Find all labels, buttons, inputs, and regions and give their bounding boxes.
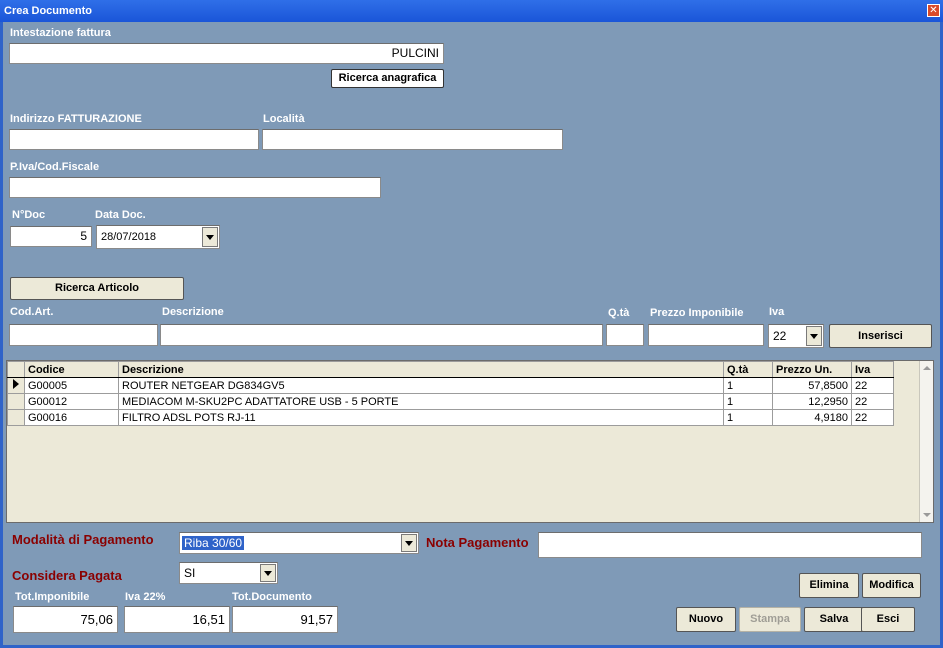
qta-field[interactable]: [606, 324, 644, 346]
codart-field[interactable]: [9, 324, 158, 346]
ricerca-anagrafica-button[interactable]: Ricerca anagrafica: [331, 69, 444, 88]
considera-label: Considera Pagata: [12, 568, 122, 583]
ndoc-field[interactable]: 5: [10, 226, 92, 247]
indirizzo-label: Indirizzo FATTURAZIONE: [10, 113, 142, 125]
cell-codice[interactable]: G00012: [24, 393, 119, 410]
descrizione-label: Descrizione: [162, 306, 224, 318]
col-header-descrizione[interactable]: Descrizione: [118, 361, 724, 378]
indirizzo-field[interactable]: [9, 129, 259, 150]
descrizione-field[interactable]: [160, 324, 603, 346]
table-row[interactable]: G00016 FILTRO ADSL POTS RJ-11 1 4,9180 2…: [7, 409, 894, 426]
row-selector[interactable]: [7, 409, 25, 426]
tot-imponibile-field: 75,06: [13, 606, 118, 633]
datadoc-picker[interactable]: 28/07/2018: [96, 225, 220, 249]
cell-qta[interactable]: 1: [723, 393, 773, 410]
considera-value: SI: [184, 566, 196, 580]
cell-codice[interactable]: G00016: [24, 409, 119, 426]
localita-label: Località: [263, 113, 305, 125]
cell-prezzo[interactable]: 57,8500: [772, 377, 852, 394]
current-row-arrow-icon: [13, 378, 19, 389]
table-row[interactable]: G00012 MEDIACOM M-SKU2PC ADATTATORE USB …: [7, 393, 894, 410]
window-title-bar: Crea Documento: [0, 0, 943, 22]
chevron-down-icon[interactable]: [401, 534, 417, 552]
tot-documento-field: 91,57: [232, 606, 338, 633]
iva-value: 22: [773, 329, 787, 343]
iva-label: Iva: [769, 306, 785, 318]
cell-codice[interactable]: G00005: [24, 377, 119, 394]
stampa-button[interactable]: Stampa: [739, 607, 801, 632]
chevron-down-icon[interactable]: [202, 227, 218, 247]
col-header-iva[interactable]: Iva: [851, 361, 894, 378]
esci-button[interactable]: Esci: [861, 607, 915, 632]
window-title: Crea Documento: [4, 5, 93, 17]
cell-descrizione[interactable]: ROUTER NETGEAR DG834GV5: [118, 377, 724, 394]
cell-iva[interactable]: 22: [851, 409, 894, 426]
prezzo-field[interactable]: [648, 324, 764, 346]
scroll-up-icon[interactable]: [923, 366, 931, 370]
row-selector-header: [7, 361, 25, 378]
cell-qta[interactable]: 1: [723, 409, 773, 426]
localita-field[interactable]: [262, 129, 563, 150]
col-header-codice[interactable]: Codice: [24, 361, 119, 378]
considera-select[interactable]: SI: [179, 562, 278, 584]
chevron-down-icon[interactable]: [260, 564, 276, 582]
iva-total-field: 16,51: [124, 606, 230, 633]
cell-descrizione[interactable]: FILTRO ADSL POTS RJ-11: [118, 409, 724, 426]
close-icon[interactable]: ✕: [927, 4, 940, 17]
salva-button[interactable]: Salva: [804, 607, 864, 632]
cell-iva[interactable]: 22: [851, 393, 894, 410]
row-selector[interactable]: [7, 377, 25, 394]
nota-field[interactable]: [538, 532, 922, 558]
tot-imponibile-label: Tot.Imponibile: [15, 591, 90, 603]
modifica-button[interactable]: Modifica: [862, 573, 921, 598]
col-header-prezzo[interactable]: Prezzo Un.: [772, 361, 852, 378]
prezzo-label: Prezzo Imponibile: [650, 307, 744, 319]
piva-label: P.Iva/Cod.Fiscale: [10, 161, 100, 173]
iva-total-label: Iva 22%: [125, 591, 166, 603]
articles-table-grid: Codice Descrizione Q.tà Prezzo Un. Iva G…: [7, 361, 894, 426]
elimina-button[interactable]: Elimina: [799, 573, 859, 598]
qta-label: Q.tà: [608, 307, 630, 319]
datadoc-value: 28/07/2018: [101, 231, 157, 243]
cell-prezzo[interactable]: 12,2950: [772, 393, 852, 410]
cell-iva[interactable]: 22: [851, 377, 894, 394]
codart-label: Cod.Art.: [10, 306, 54, 318]
modalita-value: Riba 30/60: [182, 536, 245, 550]
iva-select[interactable]: 22: [768, 324, 824, 348]
col-header-qta[interactable]: Q.tà: [723, 361, 773, 378]
cell-prezzo[interactable]: 4,9180: [772, 409, 852, 426]
intestazione-field[interactable]: PULCINI: [9, 43, 444, 64]
modalita-select[interactable]: Riba 30/60: [179, 532, 419, 554]
intestazione-label: Intestazione fattura: [10, 27, 111, 39]
ndoc-label: N°Doc: [12, 209, 46, 221]
inserisci-button[interactable]: Inserisci: [829, 324, 932, 348]
nuovo-button[interactable]: Nuovo: [676, 607, 736, 632]
nota-label: Nota Pagamento: [426, 535, 529, 550]
table-row[interactable]: G00005 ROUTER NETGEAR DG834GV5 1 57,8500…: [7, 377, 894, 394]
cell-qta[interactable]: 1: [723, 377, 773, 394]
tot-documento-label: Tot.Documento: [232, 591, 312, 603]
row-selector[interactable]: [7, 393, 25, 410]
cell-descrizione[interactable]: MEDIACOM M-SKU2PC ADATTATORE USB - 5 POR…: [118, 393, 724, 410]
scroll-down-icon[interactable]: [923, 513, 931, 517]
ricerca-articolo-button[interactable]: Ricerca Articolo: [10, 277, 184, 300]
chevron-down-icon[interactable]: [806, 326, 822, 346]
table-scrollbar[interactable]: [919, 361, 933, 522]
articles-table[interactable]: Codice Descrizione Q.tà Prezzo Un. Iva G…: [6, 360, 934, 523]
piva-field[interactable]: [9, 177, 381, 198]
datadoc-label: Data Doc.: [95, 209, 146, 221]
modalita-label: Modalità di Pagamento: [12, 532, 154, 547]
